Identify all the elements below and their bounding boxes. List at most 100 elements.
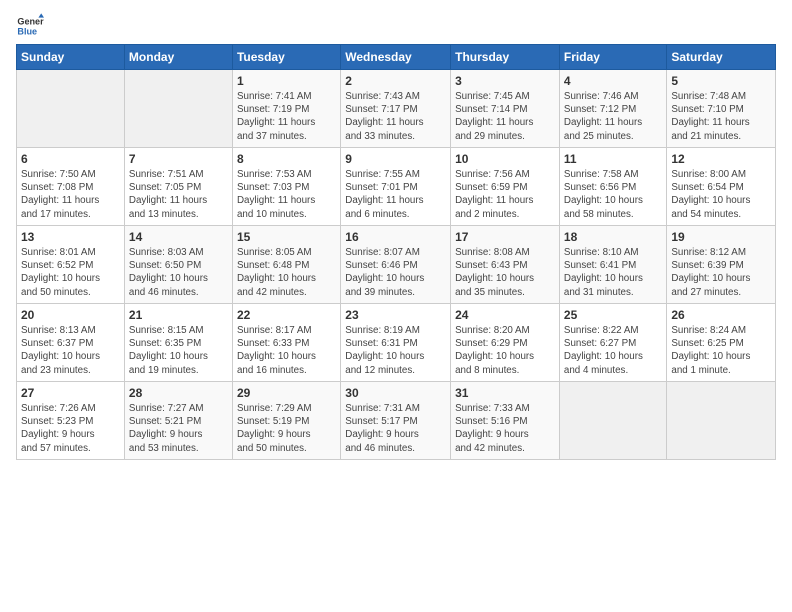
weekday-header-tuesday: Tuesday [232, 45, 340, 70]
day-info: Sunrise: 8:19 AM Sunset: 6:31 PM Dayligh… [345, 324, 446, 377]
day-number: 24 [455, 308, 555, 322]
day-number: 19 [671, 230, 771, 244]
day-number: 23 [345, 308, 446, 322]
calendar-cell: 6 Sunrise: 7:50 AM Sunset: 7:08 PM Daylig… [17, 148, 125, 226]
day-number: 10 [455, 152, 555, 166]
day-info: Sunrise: 8:08 AM Sunset: 6:43 PM Dayligh… [455, 246, 555, 299]
weekday-header-monday: Monday [124, 45, 232, 70]
calendar-cell: 12 Sunrise: 8:00 AM Sunset: 6:54 PM Dayli… [667, 148, 776, 226]
calendar-cell: 24 Sunrise: 8:20 AM Sunset: 6:29 PM Dayli… [451, 304, 560, 382]
calendar-cell: 26 Sunrise: 8:24 AM Sunset: 6:25 PM Dayli… [667, 304, 776, 382]
day-number: 27 [21, 386, 120, 400]
day-info: Sunrise: 7:53 AM Sunset: 7:03 PM Dayligh… [237, 168, 336, 221]
day-info: Sunrise: 8:13 AM Sunset: 6:37 PM Dayligh… [21, 324, 120, 377]
day-number: 29 [237, 386, 336, 400]
calendar-cell [667, 382, 776, 460]
day-number: 9 [345, 152, 446, 166]
calendar-cell: 14Sunrise: 8:03 AM Sunset: 6:50 PM Dayli… [124, 226, 232, 304]
day-number: 30 [345, 386, 446, 400]
day-number: 2 [345, 74, 446, 88]
weekday-header-thursday: Thursday [451, 45, 560, 70]
calendar-cell: 7Sunrise: 7:51 AM Sunset: 7:05 PM Daylig… [124, 148, 232, 226]
day-info: Sunrise: 8:01 AM Sunset: 6:52 PM Dayligh… [21, 246, 120, 299]
calendar-cell: 28Sunrise: 7:27 AM Sunset: 5:21 PM Dayli… [124, 382, 232, 460]
calendar-cell: 22 Sunrise: 8:17 AM Sunset: 6:33 PM Dayli… [232, 304, 340, 382]
calendar-cell: 10 Sunrise: 7:56 AM Sunset: 6:59 PM Dayli… [451, 148, 560, 226]
day-number: 14 [129, 230, 228, 244]
day-number: 1 [237, 74, 336, 88]
day-number: 26 [671, 308, 771, 322]
day-info: Sunrise: 7:29 AM Sunset: 5:19 PM Dayligh… [237, 402, 336, 455]
calendar-cell: 8 Sunrise: 7:53 AM Sunset: 7:03 PM Daylig… [232, 148, 340, 226]
weekday-header-saturday: Saturday [667, 45, 776, 70]
day-info: Sunrise: 8:20 AM Sunset: 6:29 PM Dayligh… [455, 324, 555, 377]
calendar-cell: 15 Sunrise: 8:05 AM Sunset: 6:48 PM Dayli… [232, 226, 340, 304]
calendar-cell: 21 Sunrise: 8:15 AM Sunset: 6:35 PM Dayli… [124, 304, 232, 382]
day-number: 21 [129, 308, 228, 322]
calendar-cell: 19 Sunrise: 8:12 AM Sunset: 6:39 PM Dayli… [667, 226, 776, 304]
day-info: Sunrise: 8:07 AM Sunset: 6:46 PM Dayligh… [345, 246, 446, 299]
calendar-cell: 9 Sunrise: 7:55 AM Sunset: 7:01 PM Daylig… [341, 148, 451, 226]
day-info: Sunrise: 7:27 AM Sunset: 5:21 PM Dayligh… [129, 402, 228, 455]
day-info: Sunrise: 8:17 AM Sunset: 6:33 PM Dayligh… [237, 324, 336, 377]
day-number: 16 [345, 230, 446, 244]
day-number: 15 [237, 230, 336, 244]
calendar-cell: 30 Sunrise: 7:31 AM Sunset: 5:17 PM Dayli… [341, 382, 451, 460]
calendar-cell: 1 Sunrise: 7:41 AM Sunset: 7:19 PM Daylig… [232, 70, 340, 148]
day-info: Sunrise: 8:05 AM Sunset: 6:48 PM Dayligh… [237, 246, 336, 299]
day-number: 18 [564, 230, 662, 244]
day-info: Sunrise: 8:15 AM Sunset: 6:35 PM Dayligh… [129, 324, 228, 377]
calendar-cell: 31 Sunrise: 7:33 AM Sunset: 5:16 PM Dayli… [451, 382, 560, 460]
day-number: 11 [564, 152, 662, 166]
day-info: Sunrise: 7:50 AM Sunset: 7:08 PM Dayligh… [21, 168, 120, 221]
day-info: Sunrise: 7:48 AM Sunset: 7:10 PM Dayligh… [671, 90, 771, 143]
weekday-header-sunday: Sunday [17, 45, 125, 70]
calendar-cell: 23 Sunrise: 8:19 AM Sunset: 6:31 PM Dayli… [341, 304, 451, 382]
day-info: Sunrise: 8:10 AM Sunset: 6:41 PM Dayligh… [564, 246, 662, 299]
calendar-cell: 13 Sunrise: 8:01 AM Sunset: 6:52 PM Dayli… [17, 226, 125, 304]
day-number: 5 [671, 74, 771, 88]
day-number: 13 [21, 230, 120, 244]
day-info: Sunrise: 7:31 AM Sunset: 5:17 PM Dayligh… [345, 402, 446, 455]
calendar-cell [124, 70, 232, 148]
calendar-cell: 16 Sunrise: 8:07 AM Sunset: 6:46 PM Dayli… [341, 226, 451, 304]
logo: General Blue [16, 12, 48, 40]
weekday-header-wednesday: Wednesday [341, 45, 451, 70]
svg-text:Blue: Blue [17, 26, 37, 36]
day-info: Sunrise: 8:22 AM Sunset: 6:27 PM Dayligh… [564, 324, 662, 377]
calendar-table: SundayMondayTuesdayWednesdayThursdayFrid… [16, 44, 776, 460]
day-number: 12 [671, 152, 771, 166]
calendar-cell: 29 Sunrise: 7:29 AM Sunset: 5:19 PM Dayli… [232, 382, 340, 460]
day-info: Sunrise: 8:24 AM Sunset: 6:25 PM Dayligh… [671, 324, 771, 377]
day-info: Sunrise: 7:43 AM Sunset: 7:17 PM Dayligh… [345, 90, 446, 143]
calendar-cell: 25 Sunrise: 8:22 AM Sunset: 6:27 PM Dayli… [559, 304, 666, 382]
day-info: Sunrise: 8:12 AM Sunset: 6:39 PM Dayligh… [671, 246, 771, 299]
day-number: 8 [237, 152, 336, 166]
day-info: Sunrise: 7:56 AM Sunset: 6:59 PM Dayligh… [455, 168, 555, 221]
day-info: Sunrise: 8:00 AM Sunset: 6:54 PM Dayligh… [671, 168, 771, 221]
svg-text:General: General [17, 17, 44, 27]
day-info: Sunrise: 7:45 AM Sunset: 7:14 PM Dayligh… [455, 90, 555, 143]
calendar-cell: 11 Sunrise: 7:58 AM Sunset: 6:56 PM Dayli… [559, 148, 666, 226]
calendar-cell: 2 Sunrise: 7:43 AM Sunset: 7:17 PM Daylig… [341, 70, 451, 148]
day-number: 25 [564, 308, 662, 322]
calendar-cell: 3 Sunrise: 7:45 AM Sunset: 7:14 PM Daylig… [451, 70, 560, 148]
day-number: 22 [237, 308, 336, 322]
day-number: 3 [455, 74, 555, 88]
day-info: Sunrise: 7:41 AM Sunset: 7:19 PM Dayligh… [237, 90, 336, 143]
calendar-cell: 18 Sunrise: 8:10 AM Sunset: 6:41 PM Dayli… [559, 226, 666, 304]
day-info: Sunrise: 7:55 AM Sunset: 7:01 PM Dayligh… [345, 168, 446, 221]
day-number: 17 [455, 230, 555, 244]
calendar-cell [559, 382, 666, 460]
day-number: 31 [455, 386, 555, 400]
calendar-cell: 4Sunrise: 7:46 AM Sunset: 7:12 PM Daylig… [559, 70, 666, 148]
day-info: Sunrise: 7:33 AM Sunset: 5:16 PM Dayligh… [455, 402, 555, 455]
day-number: 6 [21, 152, 120, 166]
day-number: 20 [21, 308, 120, 322]
calendar-cell [17, 70, 125, 148]
calendar-cell: 17 Sunrise: 8:08 AM Sunset: 6:43 PM Dayli… [451, 226, 560, 304]
day-info: Sunrise: 7:58 AM Sunset: 6:56 PM Dayligh… [564, 168, 662, 221]
calendar-cell: 20 Sunrise: 8:13 AM Sunset: 6:37 PM Dayli… [17, 304, 125, 382]
calendar-cell: 27Sunrise: 7:26 AM Sunset: 5:23 PM Dayli… [17, 382, 125, 460]
day-number: 4 [564, 74, 662, 88]
